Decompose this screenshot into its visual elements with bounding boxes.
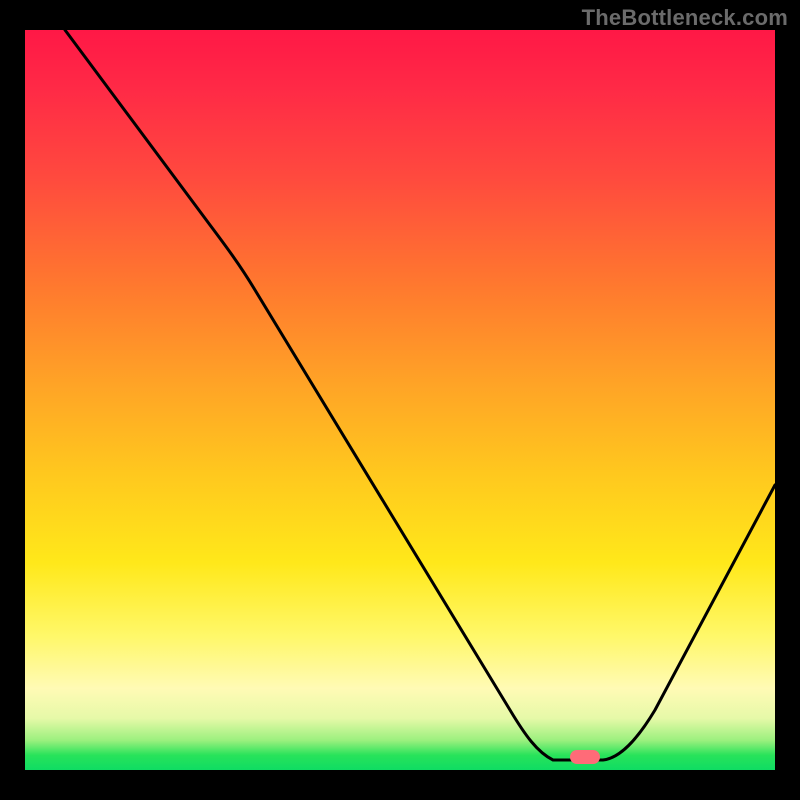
chart-plot-area	[25, 30, 775, 770]
optimal-marker	[570, 750, 600, 764]
bottleneck-curve	[25, 30, 775, 770]
watermark-text: TheBottleneck.com	[582, 5, 788, 31]
